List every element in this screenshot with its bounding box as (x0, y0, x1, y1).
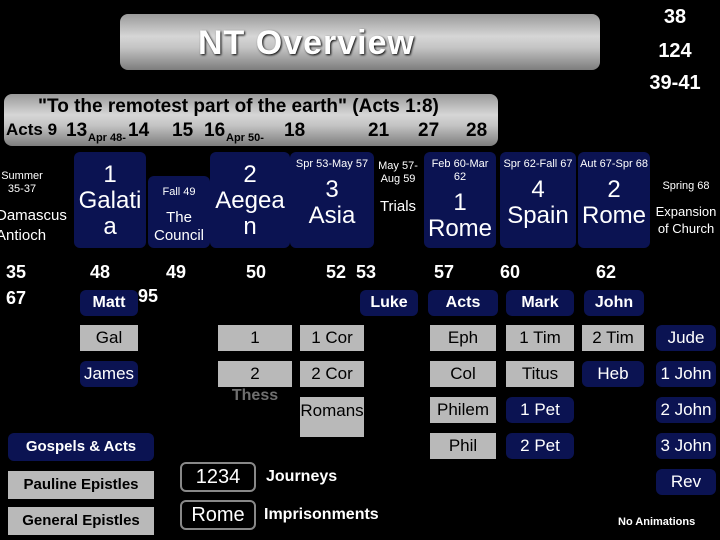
year-57: 57 (434, 262, 455, 282)
year-67: 67 (6, 288, 27, 308)
journey-2-place: Aegean (215, 187, 285, 240)
journey-3-number: 3 (325, 176, 339, 203)
damascus-antioch: Damascus Antioch (0, 207, 67, 244)
acts-27: 27 (418, 120, 440, 141)
legend-journeys: Journeys (266, 468, 338, 485)
year-95: 95 (138, 286, 159, 306)
book-philem: Philem (430, 397, 496, 423)
book-2-tim: 2 Tim (582, 325, 644, 351)
acts-apr50: Apr 50- (226, 132, 264, 144)
book-phil: Phil (430, 433, 496, 459)
acts-13: 13 (66, 120, 88, 141)
book-mark: Mark (506, 290, 574, 316)
journey-3-place: Asia (308, 202, 356, 229)
may-57-aug-59: May 57-Aug 59 (378, 160, 418, 185)
aut-67-spr-68: Aut 67-Spr 68 (580, 158, 648, 170)
book-1-tim: 1 Tim (506, 325, 574, 351)
trials-label: Trials (379, 198, 417, 215)
rome-2-place: Rome (581, 202, 647, 229)
legend-general: General Epistles (8, 507, 154, 535)
book-2-john: 2 John (656, 397, 716, 423)
book-2-thess: 2 (218, 361, 292, 387)
trials-group: May 57-Aug 59 Trials (374, 160, 422, 215)
year-35: 35 (6, 262, 27, 282)
book-1-cor: 1 Cor (300, 325, 364, 351)
rome-2-box: Aut 67-Spr 68 2 Rome (578, 152, 650, 248)
legend-imprisonment: Imprisonments (264, 506, 379, 523)
acts-prefix: Acts 9 (6, 120, 58, 139)
acts-15: 15 (172, 120, 194, 141)
book-john: John (584, 290, 644, 316)
book-eph: Eph (430, 325, 496, 351)
year-49: 49 (166, 262, 187, 282)
rome-2-number: 2 (607, 176, 621, 203)
book-jude: Jude (656, 325, 716, 351)
council-box: Fall 49 The Council (148, 176, 210, 248)
count-1: 38 (663, 6, 687, 28)
book-james: James (80, 361, 138, 387)
book-2-pet: 2 Pet (506, 433, 574, 459)
book-romans: Romans (300, 397, 364, 437)
acts-21: 21 (368, 120, 390, 141)
journey-3-box: Spr 53-May 57 3 Asia (290, 152, 374, 248)
year-50: 50 (246, 262, 267, 282)
journey-1-box: 1 Galatia (74, 152, 146, 248)
expansion-group: Spring 68 Expansion of Church (652, 180, 720, 237)
fall-49: Fall 49 (162, 186, 196, 198)
acts-apr48: Apr 48- (88, 132, 126, 144)
rome-1-number: 1 (453, 189, 467, 216)
spain-place: Spain (507, 202, 569, 229)
year-48: 48 (90, 262, 111, 282)
book-col: Col (430, 361, 496, 387)
expansion-of-church: Expansion of Church (655, 204, 717, 236)
legend-pauline: Pauline Epistles (8, 471, 154, 499)
book-heb: Heb (582, 361, 644, 387)
year-53: 53 (356, 262, 377, 282)
spain-box: Spr 62-Fall 67 4 Spain (500, 152, 576, 248)
year-62: 62 (596, 262, 617, 282)
acts-14: 14 (128, 120, 150, 141)
legend-rome-key: Rome (180, 500, 256, 530)
spring-68: Spring 68 (662, 180, 710, 192)
thess-label: Thess (231, 387, 279, 404)
book-2-cor: 2 Cor (300, 361, 364, 387)
book-gal: Gal (80, 325, 138, 351)
feb-60-mar-62: Feb 60-Mar 62 (431, 158, 489, 183)
acts-18: 18 (284, 120, 306, 141)
book-3-john: 3 John (656, 433, 716, 459)
book-1-pet: 1 Pet (506, 397, 574, 423)
count-2: 124 (658, 40, 692, 62)
count-3: 39-41 (649, 72, 701, 94)
journey-2-number: 2 (243, 161, 257, 188)
book-1-john: 1 John (656, 361, 716, 387)
book-luke: Luke (360, 290, 418, 316)
journey-1-place: Galatia (78, 187, 142, 240)
summer-35-37: Summer 35-37 (1, 170, 43, 195)
book-titus: Titus (506, 361, 574, 387)
acts-28: 28 (466, 120, 488, 141)
spr-53-may-57: Spr 53-May 57 (295, 158, 369, 170)
book-rev: Rev (656, 469, 716, 495)
year-52: 52 (326, 262, 347, 282)
subtitle: "To the remotest part of the earth" (Act… (38, 96, 439, 117)
rome-1-place: Rome (427, 215, 493, 242)
book-matt: Matt (80, 290, 138, 316)
legend-journeys-key: 1234 (180, 462, 256, 492)
the-council: The Council (153, 209, 205, 244)
rome-1-box: Feb 60-Mar 62 1 Rome (424, 152, 496, 248)
page-title: NT Overview (198, 24, 415, 62)
book-1-thess: 1 (218, 325, 292, 351)
legend-gospels-acts: Gospels & Acts (8, 433, 154, 461)
journey-1-number: 1 (103, 161, 117, 188)
spain-number: 4 (531, 176, 545, 203)
year-60: 60 (500, 262, 521, 282)
journey-2-box: 2 Aegean (210, 152, 290, 248)
book-acts: Acts (428, 290, 498, 316)
acts-16: 16 (204, 120, 226, 141)
no-animations: No Animations (618, 516, 696, 528)
spr-62-fall-67: Spr 62-Fall 67 (503, 158, 573, 170)
legend-gospels-label: Gospels & Acts (25, 438, 137, 455)
